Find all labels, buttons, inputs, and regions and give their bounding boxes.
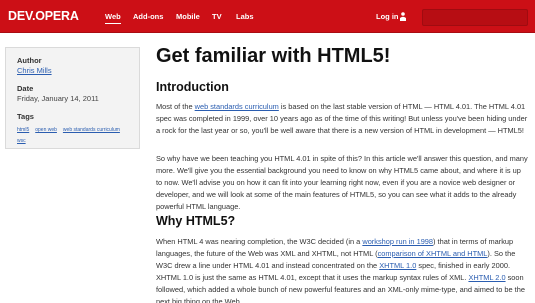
comparison-link[interactable]: comparison of XHTML and HTML	[378, 249, 488, 258]
intro-paragraph-1: Most of the web standards curriculum is …	[156, 102, 528, 135]
tag-link[interactable]: open web	[35, 127, 57, 133]
why-heading: Why HTML5?	[156, 214, 236, 228]
tag-link[interactable]: wsc	[17, 138, 26, 144]
page-title: Get familiar with HTML5!	[156, 45, 391, 67]
xhtml-2-link[interactable]: XHTML 2.0	[468, 273, 505, 282]
search-input[interactable]	[422, 9, 528, 26]
why-paragraph-1: When HTML 4 was nearing completion, the …	[156, 237, 525, 303]
nav-add-ons[interactable]: Add-ons	[133, 12, 163, 21]
tags-label: Tags	[17, 112, 34, 121]
tag-link[interactable]: web standards curriculum	[63, 127, 120, 133]
intro-heading: Introduction	[156, 80, 229, 94]
workshop-link[interactable]: workshop run in 1998	[362, 237, 433, 246]
date-label: Date	[17, 84, 34, 93]
intro-paragraph-2: So why have we been teaching you HTML 4.…	[156, 154, 528, 211]
article-meta-sidebar: Author Chris Mills Date Friday, January …	[5, 47, 140, 149]
web-standards-curriculum-link[interactable]: web standards curriculum	[195, 102, 279, 111]
tag-list: html5 open web web standards curriculum wsc	[17, 125, 137, 147]
xhtml-1-link[interactable]: XHTML 1.0	[379, 261, 416, 270]
nav-labs[interactable]: Labs	[236, 12, 254, 21]
top-bar: DEV.OPERA Web Add-ons Mobile TV Labs Log…	[0, 0, 535, 33]
nav-mobile[interactable]: Mobile	[176, 12, 200, 21]
tag-link[interactable]: html5	[17, 127, 29, 133]
nav-web[interactable]: Web	[105, 12, 121, 24]
author-label: Author	[17, 56, 42, 65]
user-icon[interactable]	[400, 12, 406, 21]
date-value: Friday, January 14, 2011	[17, 94, 99, 103]
site-logo[interactable]: DEV.OPERA	[8, 9, 79, 23]
login-link[interactable]: Log in	[376, 12, 399, 21]
nav-tv[interactable]: TV	[212, 12, 222, 21]
author-link[interactable]: Chris Mills	[17, 66, 52, 75]
